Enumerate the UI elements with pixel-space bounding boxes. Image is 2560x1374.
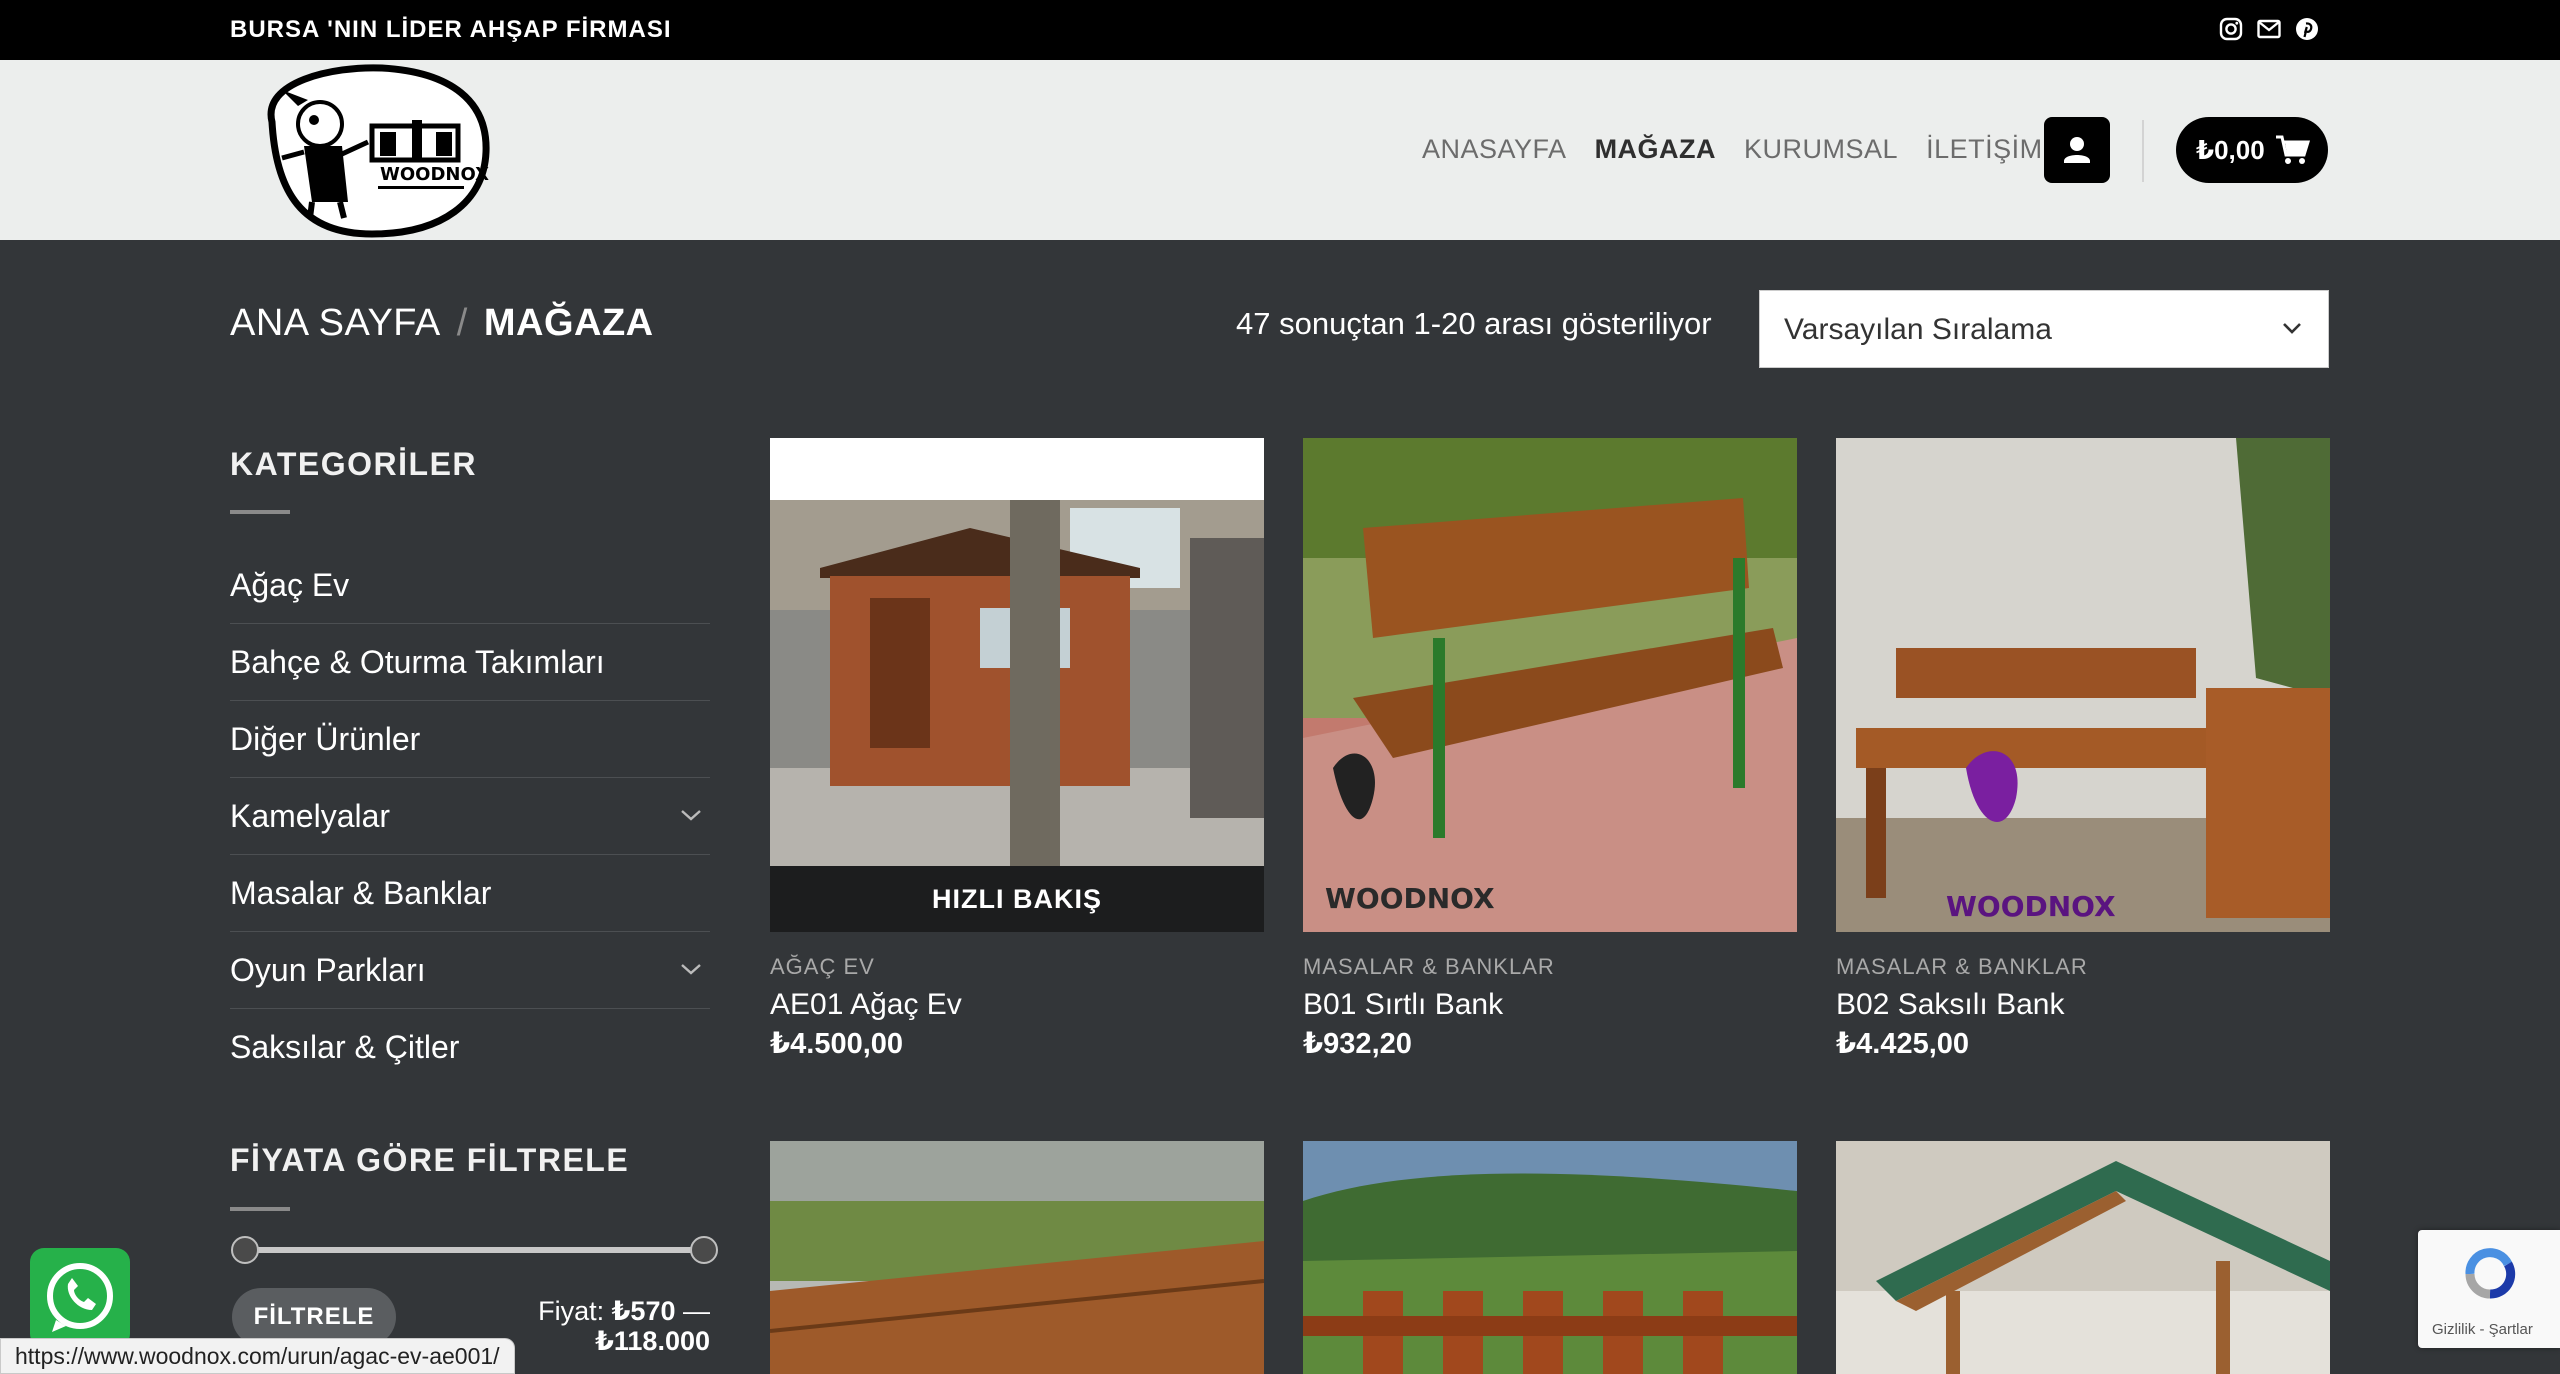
sort-select[interactable]: Varsayılan Sıralama [1759,290,2329,368]
product-image[interactable] [770,1141,1264,1374]
category-label: Ağaç Ev [230,567,350,603]
recaptcha-links[interactable]: Gizlilik - Şartlar [2432,1321,2533,1338]
category-item[interactable]: Kamelyalar [230,778,710,855]
price-slider-track[interactable] [244,1247,704,1253]
result-count: 47 sonuçtan 1-20 arası gösteriliyor [1236,306,1712,341]
price-filter-title-underline [230,1207,290,1211]
social-links [2218,16,2320,42]
woodnox-logo[interactable]: WOODNOX [252,62,492,240]
product-price: ₺4.500,00 [770,1028,904,1060]
product-price: ₺4.425,00 [1836,1028,1970,1060]
chevron-down-icon [2283,323,2301,334]
cart-button[interactable]: ₺0,00 [2176,117,2328,183]
product-image[interactable]: WOODNOX [1303,438,1797,932]
quick-view-button[interactable]: HIZLI BAKIŞ [770,866,1264,932]
product-name[interactable]: AE01 Ağaç Ev [770,988,962,1022]
product-name[interactable]: B02 Saksılı Bank [1836,988,2064,1022]
product-image[interactable]: WOODNOX [1836,438,2330,932]
product-name[interactable]: B01 Sırtlı Bank [1303,988,1503,1022]
account-button[interactable] [2044,117,2110,183]
top-bar: BURSA 'NIN LİDER AHŞAP FİRMASI [0,0,2560,60]
price-slider-min-handle[interactable] [231,1236,259,1264]
recaptcha-badge[interactable]: Gizlilik - Şartlar [2418,1230,2560,1348]
price-slider-max-handle[interactable] [690,1236,718,1264]
product-card[interactable] [1836,1141,2330,1374]
price-min: ₺570 [611,1296,676,1326]
category-item[interactable]: Masalar & Banklar [230,855,710,932]
product-card[interactable]: WOODNOX MASALAR & BANKLAR B01 Sırtlı Ban… [1303,438,1797,1060]
pinterest-icon[interactable] [2294,16,2320,42]
category-item[interactable]: Saksılar & Çitler [230,1009,710,1086]
sort-selected-value: Varsayılan Sıralama [1784,313,2052,346]
category-item[interactable]: Diğer Ürünler [230,701,710,778]
category-item[interactable]: Oyun Parkları [230,932,710,1009]
category-item[interactable]: Bahçe & Oturma Takımları [230,624,710,701]
browser-status-url: https://www.woodnox.com/urun/agac-ev-ae0… [0,1338,515,1374]
chevron-down-icon[interactable] [680,962,702,976]
cart-icon [2276,135,2310,164]
chevron-down-icon[interactable] [680,808,702,822]
instagram-icon[interactable] [2218,16,2244,42]
categories-title: KATEGORİLER [230,446,478,482]
nav-kurumsal[interactable]: KURUMSAL [1744,134,1898,165]
product-card[interactable]: HIZLI BAKIŞ AĞAÇ EV AE01 Ağaç Ev ₺4.500,… [770,438,1264,1060]
price-dash: — [683,1296,710,1326]
category-label: Kamelyalar [230,798,391,834]
category-label: Oyun Parkları [230,952,426,988]
product-card[interactable]: WOODNOX MASALAR & BANKLAR B02 Saksılı Ba… [1836,438,2330,1060]
nav-iletisim[interactable]: İLETİŞİM [1926,134,2043,165]
product-image[interactable]: HIZLI BAKIŞ [770,438,1264,932]
whatsapp-button[interactable] [30,1248,130,1348]
category-label: Masalar & Banklar [230,875,492,911]
price-range-label: Fiyat: ₺570 — ₺118.000 [538,1296,710,1356]
logo-wordmark: WOODNOX [380,164,489,185]
user-icon [2064,137,2090,163]
recaptcha-icon [2465,1248,2516,1299]
category-item[interactable]: Ağaç Ev [230,547,710,624]
product-price: ₺932,20 [1303,1028,1412,1060]
nav-magaza[interactable]: MAĞAZA [1595,134,1716,165]
main-nav: ANASAYFA MAĞAZA KURUMSAL İLETİŞİM [1422,134,2043,165]
product-category[interactable]: MASALAR & BANKLAR [1303,954,1555,980]
product-card[interactable] [770,1141,1264,1374]
breadcrumb: ANA SAYFA / MAĞAZA [230,302,654,345]
breadcrumb-current: MAĞAZA [483,302,654,344]
breadcrumb-home[interactable]: ANA SAYFA [230,302,441,344]
product-image[interactable] [1303,1141,1797,1374]
product-category[interactable]: AĞAÇ EV [770,954,875,980]
category-label: Bahçe & Oturma Takımları [230,644,605,680]
breadcrumb-separator: / [456,302,468,344]
cart-total: ₺0,00 [2196,135,2265,165]
email-icon[interactable] [2256,16,2282,42]
price-max: ₺118.000 [595,1326,710,1356]
product-category[interactable]: MASALAR & BANKLAR [1836,954,2088,980]
price-filter-title: FİYATA GÖRE FİLTRELE [230,1142,630,1178]
nav-anasayfa[interactable]: ANASAYFA [1422,134,1567,165]
tagline: BURSA 'NIN LİDER AHŞAP FİRMASI [230,16,672,43]
product-card[interactable] [1303,1141,1797,1374]
price-label: Fiyat: [538,1296,605,1326]
header-divider [2142,120,2144,182]
svg-text:WOODNOX: WOODNOX [1946,890,2116,923]
svg-text:WOODNOX: WOODNOX [1325,882,1495,915]
product-image[interactable] [1836,1141,2330,1374]
whatsapp-icon [47,1263,113,1332]
categories-title-underline [230,510,290,514]
category-list: Ağaç Ev Bahçe & Oturma Takımları Diğer Ü… [230,547,710,1086]
category-label: Diğer Ürünler [230,721,421,757]
category-label: Saksılar & Çitler [230,1029,460,1065]
